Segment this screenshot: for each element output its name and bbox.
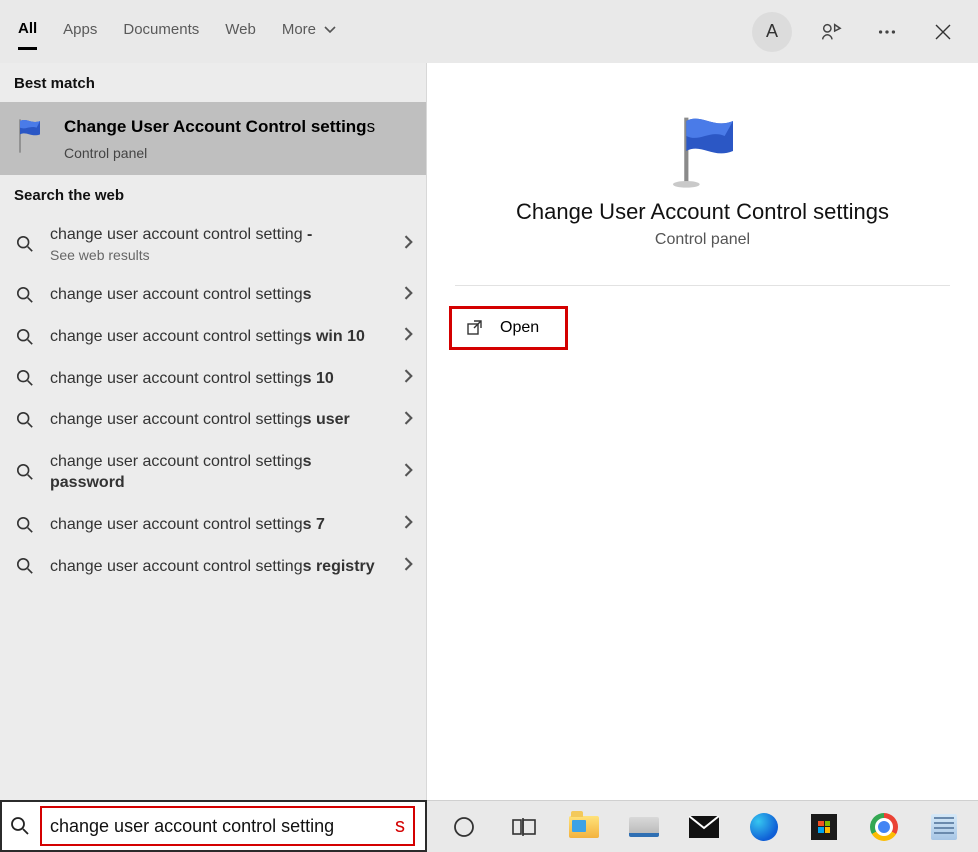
web-result-text: change user account control settings 10 bbox=[50, 368, 388, 390]
tab-web[interactable]: Web bbox=[225, 15, 256, 48]
web-result-row[interactable]: change user account control settings 7 bbox=[0, 504, 426, 546]
main-area: Best match Change User Account Control s… bbox=[0, 63, 978, 800]
search-box[interactable]: s bbox=[0, 800, 427, 852]
web-result-text: change user account control setting -See… bbox=[50, 224, 388, 264]
microsoft-store-icon[interactable] bbox=[805, 808, 843, 846]
chevron-right-icon bbox=[402, 557, 416, 576]
search-icon bbox=[14, 369, 36, 387]
chevron-right-icon bbox=[402, 411, 416, 430]
web-results-list: change user account control setting -See… bbox=[0, 214, 426, 587]
feedback-icon[interactable] bbox=[814, 15, 848, 49]
taskbar bbox=[427, 800, 978, 852]
chrome-icon[interactable] bbox=[865, 808, 903, 846]
chevron-right-icon bbox=[402, 515, 416, 534]
task-view-icon[interactable] bbox=[505, 808, 543, 846]
search-icon bbox=[14, 286, 36, 304]
bottom-bar: s bbox=[0, 800, 978, 852]
notepad-icon[interactable] bbox=[925, 808, 963, 846]
tab-more-label: More bbox=[282, 21, 316, 38]
search-icon bbox=[14, 516, 36, 534]
search-header: All Apps Documents Web More A bbox=[0, 0, 978, 63]
chevron-right-icon bbox=[402, 369, 416, 388]
preview-title: Change User Account Control settings bbox=[516, 199, 889, 225]
best-match-title-bold: Change User Account Control setting bbox=[64, 117, 367, 136]
tab-documents[interactable]: Documents bbox=[123, 15, 199, 48]
tab-apps[interactable]: Apps bbox=[63, 15, 97, 48]
web-result-text: change user account control settings pas… bbox=[50, 451, 388, 494]
results-panel: Best match Change User Account Control s… bbox=[0, 63, 427, 800]
open-button-label: Open bbox=[500, 319, 539, 337]
chevron-right-icon bbox=[402, 327, 416, 346]
web-result-row[interactable]: change user account control setting -See… bbox=[0, 214, 426, 274]
more-options-icon[interactable] bbox=[870, 15, 904, 49]
search-icon bbox=[14, 235, 36, 253]
preview-separator bbox=[455, 285, 951, 286]
chevron-right-icon bbox=[402, 463, 416, 482]
open-external-icon bbox=[466, 319, 484, 337]
filter-tabs: All Apps Documents Web More bbox=[18, 14, 336, 50]
best-match-result[interactable]: Change User Account Control settings Con… bbox=[0, 102, 426, 175]
uac-flag-icon bbox=[10, 116, 50, 156]
web-result-text: change user account control settings use… bbox=[50, 409, 388, 431]
tab-all[interactable]: All bbox=[18, 14, 37, 50]
best-match-title-rest: s bbox=[367, 117, 376, 136]
account-avatar[interactable]: A bbox=[752, 12, 792, 52]
search-icon bbox=[10, 816, 30, 836]
search-caret: s bbox=[395, 815, 405, 838]
tab-more[interactable]: More bbox=[282, 15, 336, 48]
search-icon bbox=[14, 328, 36, 346]
preview-panel: Change User Account Control settings Con… bbox=[427, 63, 978, 800]
preview-sub: Control panel bbox=[655, 231, 750, 249]
web-result-text: change user account control settings 7 bbox=[50, 514, 388, 536]
search-highlight: s bbox=[40, 806, 415, 846]
chevron-down-icon bbox=[324, 24, 336, 36]
search-input[interactable] bbox=[50, 816, 397, 837]
search-web-header: Search the web bbox=[0, 175, 426, 214]
web-result-row[interactable]: change user account control settings bbox=[0, 274, 426, 316]
chevron-right-icon bbox=[402, 286, 416, 305]
web-result-row[interactable]: change user account control settings use… bbox=[0, 399, 426, 441]
uac-flag-icon bbox=[658, 111, 748, 191]
search-icon bbox=[14, 557, 36, 575]
best-match-header: Best match bbox=[0, 63, 426, 102]
on-screen-keyboard-icon[interactable] bbox=[625, 808, 663, 846]
search-icon bbox=[14, 411, 36, 429]
chevron-right-icon bbox=[402, 235, 416, 254]
web-result-text: change user account control settings bbox=[50, 284, 388, 306]
best-match-sub: Control panel bbox=[64, 145, 375, 161]
web-result-text: change user account control settings win… bbox=[50, 326, 388, 348]
open-button[interactable]: Open bbox=[449, 306, 568, 350]
file-explorer-icon[interactable] bbox=[565, 808, 603, 846]
web-result-row[interactable]: change user account control settings pas… bbox=[0, 441, 426, 504]
edge-icon[interactable] bbox=[745, 808, 783, 846]
mail-icon[interactable] bbox=[685, 808, 723, 846]
web-result-text: change user account control settings reg… bbox=[50, 556, 388, 578]
best-match-title: Change User Account Control settings bbox=[64, 116, 375, 139]
cortana-icon[interactable] bbox=[445, 808, 483, 846]
web-result-row[interactable]: change user account control settings win… bbox=[0, 316, 426, 358]
close-icon[interactable] bbox=[926, 15, 960, 49]
web-result-row[interactable]: change user account control settings 10 bbox=[0, 358, 426, 400]
search-icon bbox=[14, 463, 36, 481]
web-result-row[interactable]: change user account control settings reg… bbox=[0, 546, 426, 588]
